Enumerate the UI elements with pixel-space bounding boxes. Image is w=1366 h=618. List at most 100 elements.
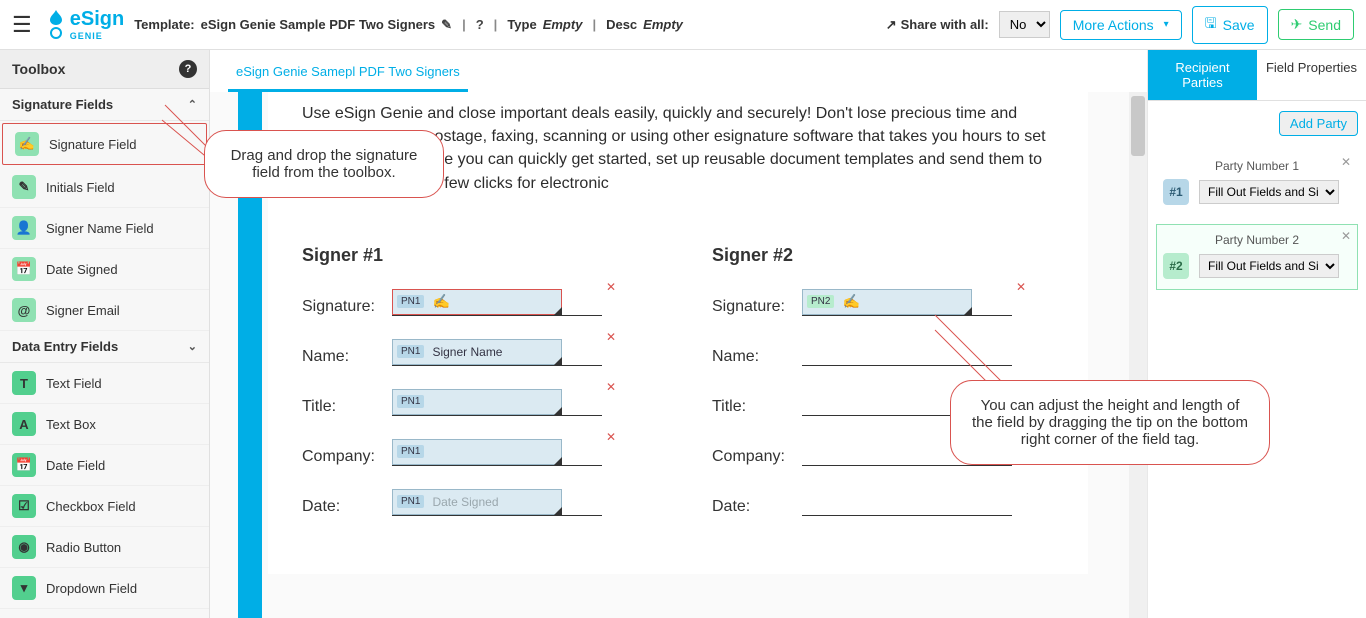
resize-handle[interactable]	[554, 507, 562, 515]
more-actions-button[interactable]: More Actions	[1060, 10, 1182, 40]
genie-icon	[42, 8, 70, 42]
pn1-badge: PN1	[397, 395, 424, 408]
signature-icon: ✍	[432, 293, 449, 310]
party-1[interactable]: Party Number 1 ✕ #1 Fill Out Fields and …	[1156, 150, 1358, 216]
text-icon: T	[12, 371, 36, 395]
field-name-pn1[interactable]: PN1 Signer Name	[392, 339, 562, 365]
resize-handle[interactable]	[554, 457, 562, 465]
tool-text-field[interactable]: TText Field	[0, 363, 209, 404]
share-select[interactable]: No	[999, 11, 1050, 38]
tool-dropdown-field[interactable]: ▾Dropdown Field	[0, 568, 209, 609]
tool-signature-field[interactable]: ✍Signature Field	[2, 123, 207, 165]
pn1-badge: PN1	[397, 445, 424, 458]
chevron-up-icon: ⌃	[188, 98, 197, 111]
label-signature: Signature:	[302, 298, 392, 316]
label-title: Title:	[302, 398, 392, 416]
add-party-button[interactable]: Add Party	[1279, 111, 1358, 136]
radio-icon: ◉	[12, 535, 36, 559]
doc-tab[interactable]: eSign Genie Samepl PDF Two Signers	[228, 54, 468, 92]
pn1-badge: PN1	[397, 495, 424, 508]
checkbox-icon: ☑	[12, 494, 36, 518]
resize-handle[interactable]	[554, 307, 562, 315]
chevron-down-icon: ⌄	[188, 340, 197, 353]
tool-date-field[interactable]: 📅Date Field	[0, 445, 209, 486]
field-title-pn1[interactable]: PN1	[392, 389, 562, 415]
help-icon[interactable]: ?	[476, 17, 484, 32]
section-signature-fields[interactable]: Signature Fields⌃	[0, 89, 209, 121]
at-icon: @	[12, 298, 36, 322]
label-date: Date:	[302, 498, 392, 516]
party1-action-select[interactable]: Fill Out Fields and Sig	[1199, 180, 1339, 204]
signature-icon: ✍	[842, 293, 859, 310]
resize-handle[interactable]	[554, 407, 562, 415]
tab-recipient-parties[interactable]: Recipient Parties	[1148, 50, 1257, 101]
party2-badge: #2	[1163, 253, 1189, 279]
remove-field-icon[interactable]: ✕	[606, 430, 616, 444]
field-signature-pn2[interactable]: PN2 ✍	[802, 289, 972, 315]
signature-icon: ✍	[15, 132, 39, 156]
dropdown-icon: ▾	[12, 576, 36, 600]
logo-sub: GENIE	[70, 31, 124, 41]
party-2[interactable]: Party Number 2 ✕ #2 Fill Out Fields and …	[1156, 224, 1358, 290]
share-icon: ↗	[886, 17, 897, 33]
resize-handle[interactable]	[964, 307, 972, 315]
party2-action-select[interactable]: Fill Out Fields and Sig	[1199, 254, 1339, 278]
tab-field-properties[interactable]: Field Properties	[1257, 50, 1366, 101]
signer2-heading: Signer #2	[712, 245, 1012, 266]
label-company: Company:	[712, 448, 802, 466]
pn2-badge: PN2	[807, 295, 834, 308]
tool-date-signed[interactable]: 📅Date Signed	[0, 249, 209, 290]
edit-icon[interactable]: ✎	[441, 17, 452, 33]
share-label: ↗ Share with all:	[886, 17, 989, 33]
pn1-badge: PN1	[397, 345, 424, 358]
remove-field-icon[interactable]: ✕	[606, 380, 616, 394]
desc-label: Desc	[606, 17, 637, 32]
tool-initials-field[interactable]: ✎Initials Field	[0, 167, 209, 208]
right-panel: Recipient Parties Field Properties Add P…	[1148, 50, 1366, 618]
remove-party-icon[interactable]: ✕	[1341, 155, 1351, 169]
label-date: Date:	[712, 498, 802, 516]
scrollbar[interactable]	[1129, 92, 1147, 618]
callout-drag-drop: Drag and drop the signature field from t…	[204, 130, 444, 198]
save-button[interactable]: 🖫Save	[1192, 6, 1268, 44]
template-info: Template: eSign Genie Sample PDF Two Sig…	[134, 17, 683, 33]
signer-name-text: Signer Name	[432, 345, 502, 359]
party1-badge: #1	[1163, 179, 1189, 205]
tool-signer-name-field[interactable]: 👤Signer Name Field	[0, 208, 209, 249]
party1-title: Party Number 1	[1163, 159, 1351, 173]
remove-field-icon[interactable]: ✕	[606, 280, 616, 294]
label-signature: Signature:	[712, 298, 802, 316]
tool-signer-email[interactable]: @Signer Email	[0, 290, 209, 331]
desc-value: Empty	[643, 17, 683, 32]
callout-resize: You can adjust the height and length of …	[950, 380, 1270, 465]
calendar-icon: 📅	[12, 257, 36, 281]
tool-radio-button[interactable]: ◉Radio Button	[0, 527, 209, 568]
toolbox-sidebar: Toolbox ? Signature Fields⌃ ✍Signature F…	[0, 50, 210, 618]
field-date-pn1[interactable]: PN1 Date Signed	[392, 489, 562, 515]
person-icon: 👤	[12, 216, 36, 240]
template-label: Template:	[134, 17, 194, 32]
remove-party-icon[interactable]: ✕	[1341, 229, 1351, 243]
scrollbar-thumb[interactable]	[1131, 96, 1145, 156]
label-title: Title:	[712, 398, 802, 416]
label-company: Company:	[302, 448, 392, 466]
pencil-icon: ✎	[12, 175, 36, 199]
remove-field-icon[interactable]: ✕	[1016, 280, 1026, 294]
date-icon: 📅	[12, 453, 36, 477]
remove-field-icon[interactable]: ✕	[606, 330, 616, 344]
signer1-column: Signer #1 Signature: PN1 ✍ ✕	[302, 245, 602, 544]
logo[interactable]: eSign GENIE	[42, 8, 124, 42]
section-data-entry-fields[interactable]: Data Entry Fields⌄	[0, 331, 209, 363]
tool-text-box[interactable]: AText Box	[0, 404, 209, 445]
logo-text: eSign	[70, 8, 124, 30]
tool-checkbox-field[interactable]: ☑Checkbox Field	[0, 486, 209, 527]
field-signature-pn1[interactable]: PN1 ✍	[392, 289, 562, 315]
section-advanced-fields[interactable]: Advanced Fields⌄	[0, 609, 209, 618]
resize-handle[interactable]	[554, 357, 562, 365]
field-company-pn1[interactable]: PN1	[392, 439, 562, 465]
save-icon: 🖫	[1205, 13, 1217, 37]
toolbox-help-icon[interactable]: ?	[179, 60, 197, 78]
hamburger-icon[interactable]: ☰	[12, 12, 32, 38]
date-placeholder: Date Signed	[432, 495, 498, 509]
send-button[interactable]: ✈Send	[1278, 9, 1354, 40]
